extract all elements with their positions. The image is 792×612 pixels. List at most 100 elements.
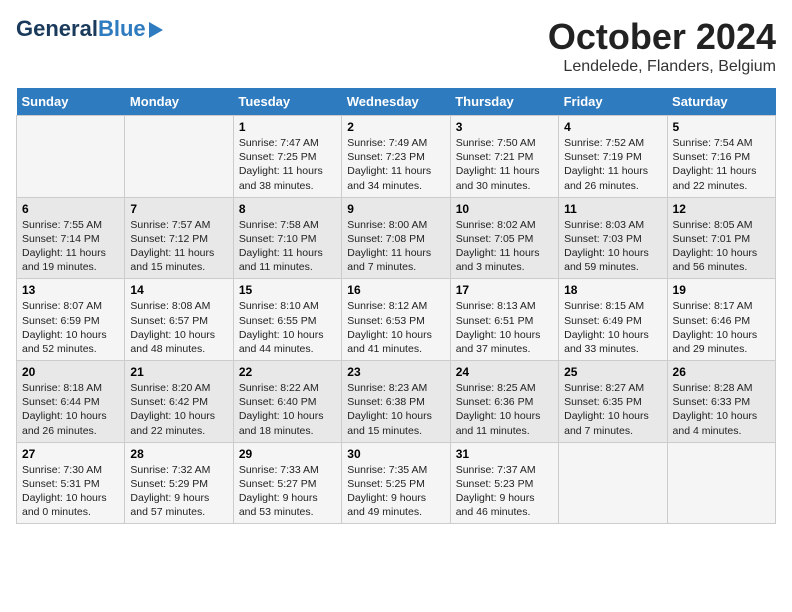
day-number: 4 (564, 120, 661, 134)
day-info: Sunrise: 8:23 AMSunset: 6:38 PMDaylight:… (347, 381, 444, 438)
day-info: Sunrise: 8:22 AMSunset: 6:40 PMDaylight:… (239, 381, 336, 438)
calendar-cell: 7 Sunrise: 7:57 AMSunset: 7:12 PMDaylight… (125, 197, 233, 279)
calendar-cell: 13 Sunrise: 8:07 AMSunset: 6:59 PMDayligh… (17, 279, 125, 361)
day-info: Sunrise: 7:47 AMSunset: 7:25 PMDaylight:… (239, 136, 336, 193)
calendar-cell: 23 Sunrise: 8:23 AMSunset: 6:38 PMDayligh… (342, 361, 450, 443)
calendar-cell: 16 Sunrise: 8:12 AMSunset: 6:53 PMDayligh… (342, 279, 450, 361)
calendar-cell: 11 Sunrise: 8:03 AMSunset: 7:03 PMDayligh… (559, 197, 667, 279)
day-info: Sunrise: 8:27 AMSunset: 6:35 PMDaylight:… (564, 381, 661, 438)
calendar-cell: 20 Sunrise: 8:18 AMSunset: 6:44 PMDayligh… (17, 361, 125, 443)
day-number: 7 (130, 202, 227, 216)
calendar-cell: 31 Sunrise: 7:37 AMSunset: 5:23 PMDayligh… (450, 442, 558, 524)
header-cell-thursday: Thursday (450, 88, 558, 116)
day-number: 9 (347, 202, 444, 216)
page-title: October 2024 (548, 16, 776, 58)
day-number: 3 (456, 120, 553, 134)
calendar-cell (125, 116, 233, 198)
calendar-cell (559, 442, 667, 524)
day-info: Sunrise: 8:12 AMSunset: 6:53 PMDaylight:… (347, 299, 444, 356)
day-info: Sunrise: 7:32 AMSunset: 5:29 PMDaylight:… (130, 463, 227, 520)
header-cell-tuesday: Tuesday (233, 88, 341, 116)
header-row: SundayMondayTuesdayWednesdayThursdayFrid… (17, 88, 776, 116)
day-number: 13 (22, 283, 119, 297)
week-row-2: 6 Sunrise: 7:55 AMSunset: 7:14 PMDaylight… (17, 197, 776, 279)
calendar-cell: 17 Sunrise: 8:13 AMSunset: 6:51 PMDayligh… (450, 279, 558, 361)
day-info: Sunrise: 7:58 AMSunset: 7:10 PMDaylight:… (239, 218, 336, 275)
day-info: Sunrise: 7:33 AMSunset: 5:27 PMDaylight:… (239, 463, 336, 520)
week-row-4: 20 Sunrise: 8:18 AMSunset: 6:44 PMDayligh… (17, 361, 776, 443)
day-info: Sunrise: 8:08 AMSunset: 6:57 PMDaylight:… (130, 299, 227, 356)
header-cell-monday: Monday (125, 88, 233, 116)
calendar-cell: 26 Sunrise: 8:28 AMSunset: 6:33 PMDayligh… (667, 361, 775, 443)
calendar-cell: 27Sunrise: 7:30 AMSunset: 5:31 PMDayligh… (17, 442, 125, 524)
day-number: 10 (456, 202, 553, 216)
calendar-cell: 28 Sunrise: 7:32 AMSunset: 5:29 PMDayligh… (125, 442, 233, 524)
day-number: 22 (239, 365, 336, 379)
calendar-cell: 8 Sunrise: 7:58 AMSunset: 7:10 PMDaylight… (233, 197, 341, 279)
page-subtitle: Lendelede, Flanders, Belgium (548, 58, 776, 76)
day-number: 28 (130, 447, 227, 461)
day-info: Sunrise: 8:15 AMSunset: 6:49 PMDaylight:… (564, 299, 661, 356)
day-number: 15 (239, 283, 336, 297)
calendar-cell: 3 Sunrise: 7:50 AMSunset: 7:21 PMDaylight… (450, 116, 558, 198)
day-info: Sunrise: 7:55 AMSunset: 7:14 PMDaylight:… (22, 218, 119, 275)
day-info: Sunrise: 7:52 AMSunset: 7:19 PMDaylight:… (564, 136, 661, 193)
calendar-cell (667, 442, 775, 524)
day-number: 12 (673, 202, 770, 216)
calendar-cell: 2 Sunrise: 7:49 AMSunset: 7:23 PMDaylight… (342, 116, 450, 198)
calendar-cell: 30 Sunrise: 7:35 AMSunset: 5:25 PMDayligh… (342, 442, 450, 524)
calendar-cell: 21 Sunrise: 8:20 AMSunset: 6:42 PMDayligh… (125, 361, 233, 443)
header-cell-saturday: Saturday (667, 88, 775, 116)
day-number: 6 (22, 202, 119, 216)
day-info: Sunrise: 8:07 AMSunset: 6:59 PMDaylight:… (22, 299, 119, 356)
calendar-cell: 6 Sunrise: 7:55 AMSunset: 7:14 PMDaylight… (17, 197, 125, 279)
day-number: 8 (239, 202, 336, 216)
header-cell-wednesday: Wednesday (342, 88, 450, 116)
day-number: 2 (347, 120, 444, 134)
week-row-5: 27Sunrise: 7:30 AMSunset: 5:31 PMDayligh… (17, 442, 776, 524)
day-info: Sunrise: 8:20 AMSunset: 6:42 PMDaylight:… (130, 381, 227, 438)
day-info: Sunrise: 8:13 AMSunset: 6:51 PMDaylight:… (456, 299, 553, 356)
logo-arrow-icon (149, 22, 163, 38)
day-number: 16 (347, 283, 444, 297)
day-number: 26 (673, 365, 770, 379)
day-info: Sunrise: 7:57 AMSunset: 7:12 PMDaylight:… (130, 218, 227, 275)
calendar-cell: 4 Sunrise: 7:52 AMSunset: 7:19 PMDaylight… (559, 116, 667, 198)
calendar-cell: 1Sunrise: 7:47 AMSunset: 7:25 PMDaylight… (233, 116, 341, 198)
week-row-1: 1Sunrise: 7:47 AMSunset: 7:25 PMDaylight… (17, 116, 776, 198)
calendar-cell: 14 Sunrise: 8:08 AMSunset: 6:57 PMDayligh… (125, 279, 233, 361)
day-info: Sunrise: 7:37 AMSunset: 5:23 PMDaylight:… (456, 463, 553, 520)
day-info: Sunrise: 7:35 AMSunset: 5:25 PMDaylight:… (347, 463, 444, 520)
day-number: 24 (456, 365, 553, 379)
day-info: Sunrise: 7:50 AMSunset: 7:21 PMDaylight:… (456, 136, 553, 193)
day-number: 23 (347, 365, 444, 379)
day-number: 25 (564, 365, 661, 379)
calendar-header: SundayMondayTuesdayWednesdayThursdayFrid… (17, 88, 776, 116)
calendar-cell: 24Sunrise: 8:25 AMSunset: 6:36 PMDayligh… (450, 361, 558, 443)
calendar-cell: 29 Sunrise: 7:33 AMSunset: 5:27 PMDayligh… (233, 442, 341, 524)
day-info: Sunrise: 7:49 AMSunset: 7:23 PMDaylight:… (347, 136, 444, 193)
calendar-cell: 25 Sunrise: 8:27 AMSunset: 6:35 PMDayligh… (559, 361, 667, 443)
day-number: 21 (130, 365, 227, 379)
day-number: 11 (564, 202, 661, 216)
day-number: 20 (22, 365, 119, 379)
day-info: Sunrise: 8:03 AMSunset: 7:03 PMDaylight:… (564, 218, 661, 275)
day-number: 14 (130, 283, 227, 297)
day-number: 17 (456, 283, 553, 297)
day-number: 5 (673, 120, 770, 134)
calendar-cell: 10Sunrise: 8:02 AMSunset: 7:05 PMDayligh… (450, 197, 558, 279)
calendar-cell: 12 Sunrise: 8:05 AMSunset: 7:01 PMDayligh… (667, 197, 775, 279)
calendar-table: SundayMondayTuesdayWednesdayThursdayFrid… (16, 88, 776, 524)
day-info: Sunrise: 8:10 AMSunset: 6:55 PMDaylight:… (239, 299, 336, 356)
header-cell-friday: Friday (559, 88, 667, 116)
calendar-cell: 18Sunrise: 8:15 AMSunset: 6:49 PMDayligh… (559, 279, 667, 361)
day-info: Sunrise: 8:05 AMSunset: 7:01 PMDaylight:… (673, 218, 770, 275)
day-info: Sunrise: 8:28 AMSunset: 6:33 PMDaylight:… (673, 381, 770, 438)
day-info: Sunrise: 8:18 AMSunset: 6:44 PMDaylight:… (22, 381, 119, 438)
week-row-3: 13 Sunrise: 8:07 AMSunset: 6:59 PMDayligh… (17, 279, 776, 361)
calendar-body: 1Sunrise: 7:47 AMSunset: 7:25 PMDaylight… (17, 116, 776, 524)
day-number: 31 (456, 447, 553, 461)
day-number: 30 (347, 447, 444, 461)
day-number: 29 (239, 447, 336, 461)
day-number: 19 (673, 283, 770, 297)
